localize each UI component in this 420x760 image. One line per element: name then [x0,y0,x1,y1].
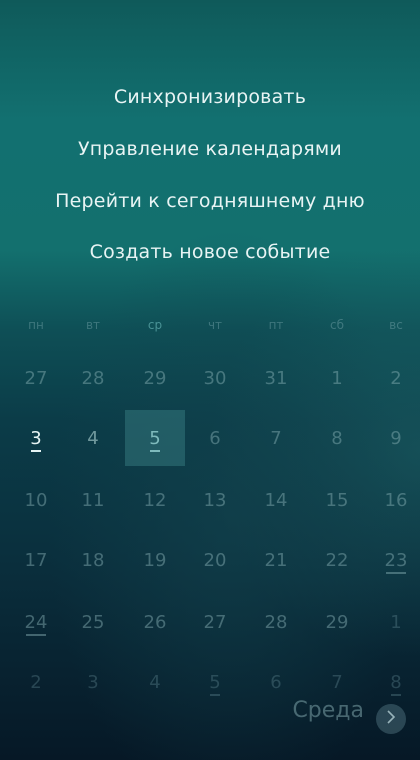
day-number: 12 [143,489,167,511]
day-cell[interactable]: 8 [307,410,367,466]
day-number: 28 [81,367,105,389]
day-cell[interactable]: 20 [185,532,245,588]
day-number: 6 [209,427,221,449]
day-cell[interactable]: 29 [125,350,185,406]
day-number: 3 [30,427,42,452]
day-cell[interactable]: 6 [185,410,245,466]
day-cell[interactable]: 15 [307,472,367,528]
month-grid: 27 28 29 30 31 1 2 3 4 5 6 7 8 9 10 11 12 13 14 15 16 17 18 19 2… [0,350,420,696]
selected-weekday-label: Среда [292,698,364,723]
weekday-label: пт [268,318,284,332]
weekday-label: сб [330,318,344,332]
day-number: 19 [143,549,167,571]
day-cell[interactable]: 11 [63,472,123,528]
day-cell[interactable]: 12 [125,472,185,528]
day-cell[interactable]: 30 [185,350,245,406]
weekday-label: чт [207,318,223,332]
day-number: 2 [390,367,402,389]
day-number: 11 [81,489,105,511]
day-number: 5 [149,427,161,452]
day-number: 1 [390,611,402,633]
day-number: 4 [87,427,99,449]
day-number: 21 [264,549,288,571]
day-number: 31 [264,367,288,389]
weekday-label: вт [85,318,101,332]
day-number: 25 [81,611,105,633]
weekday-header: пн вт ср чт пт сб вс [0,318,420,342]
day-cell[interactable]: 16 [366,472,420,528]
menu-item-sync[interactable]: Синхронизировать [0,86,420,108]
day-number: 10 [24,489,48,511]
day-cell[interactable]: 1 [366,594,420,650]
day-cell[interactable]: 17 [6,532,66,588]
day-number: 27 [203,611,227,633]
day-cell[interactable]: 2 [366,350,420,406]
day-number: 18 [81,549,105,571]
calendar-screen: Синхронизировать Управление календарями … [0,0,420,760]
day-number: 7 [270,427,282,449]
day-number: 30 [203,367,227,389]
day-cell[interactable]: 24 [6,594,66,650]
weekday-label: вс [389,318,403,332]
weekday-label: пн [28,318,44,332]
day-cell[interactable]: 22 [307,532,367,588]
day-cell[interactable]: 28 [246,594,306,650]
day-cell[interactable]: 31 [246,350,306,406]
chevron-right-icon [384,709,398,729]
day-number: 20 [203,549,227,571]
day-cell[interactable]: 25 [63,594,123,650]
day-number: 17 [24,549,48,571]
day-number: 1 [331,367,343,389]
day-cell[interactable]: 13 [185,472,245,528]
day-cell[interactable]: 26 [125,594,185,650]
day-number: 8 [331,427,343,449]
day-number: 29 [325,611,349,633]
day-number: 16 [384,489,408,511]
day-number: 27 [24,367,48,389]
day-number: 22 [325,549,349,571]
day-cell[interactable]: 18 [63,532,123,588]
day-cell[interactable]: 10 [6,472,66,528]
day-cell[interactable]: 27 [6,350,66,406]
footer-bar: Среда [0,690,420,760]
day-cell-today[interactable]: 3 [6,410,66,466]
day-number: 15 [325,489,349,511]
next-day-button[interactable] [376,704,406,734]
day-cell[interactable]: 29 [307,594,367,650]
day-cell[interactable]: 21 [246,532,306,588]
day-cell[interactable]: 27 [185,594,245,650]
day-cell[interactable]: 23 [366,532,420,588]
menu-item-new-event[interactable]: Создать новое событие [0,241,420,263]
day-cell[interactable]: 14 [246,472,306,528]
menu-item-go-to-today[interactable]: Перейти к сегодняшнему дню [0,190,420,212]
weekday-label: ср [147,318,163,332]
day-number: 29 [143,367,167,389]
day-number: 9 [390,427,402,449]
day-number: 14 [264,489,288,511]
day-cell[interactable]: 28 [63,350,123,406]
day-cell[interactable]: 4 [63,410,123,466]
pulley-menu: Синхронизировать Управление календарями … [0,0,420,300]
day-cell[interactable]: 19 [125,532,185,588]
day-number: 28 [264,611,288,633]
menu-item-manage-calendars[interactable]: Управление календарями [0,138,420,160]
day-number: 13 [203,489,227,511]
day-number: 26 [143,611,167,633]
day-cell[interactable]: 7 [246,410,306,466]
day-cell[interactable]: 9 [366,410,420,466]
day-cell-selected[interactable]: 5 [125,410,185,466]
day-number: 23 [384,549,408,574]
day-number: 24 [24,611,48,636]
day-cell[interactable]: 1 [307,350,367,406]
